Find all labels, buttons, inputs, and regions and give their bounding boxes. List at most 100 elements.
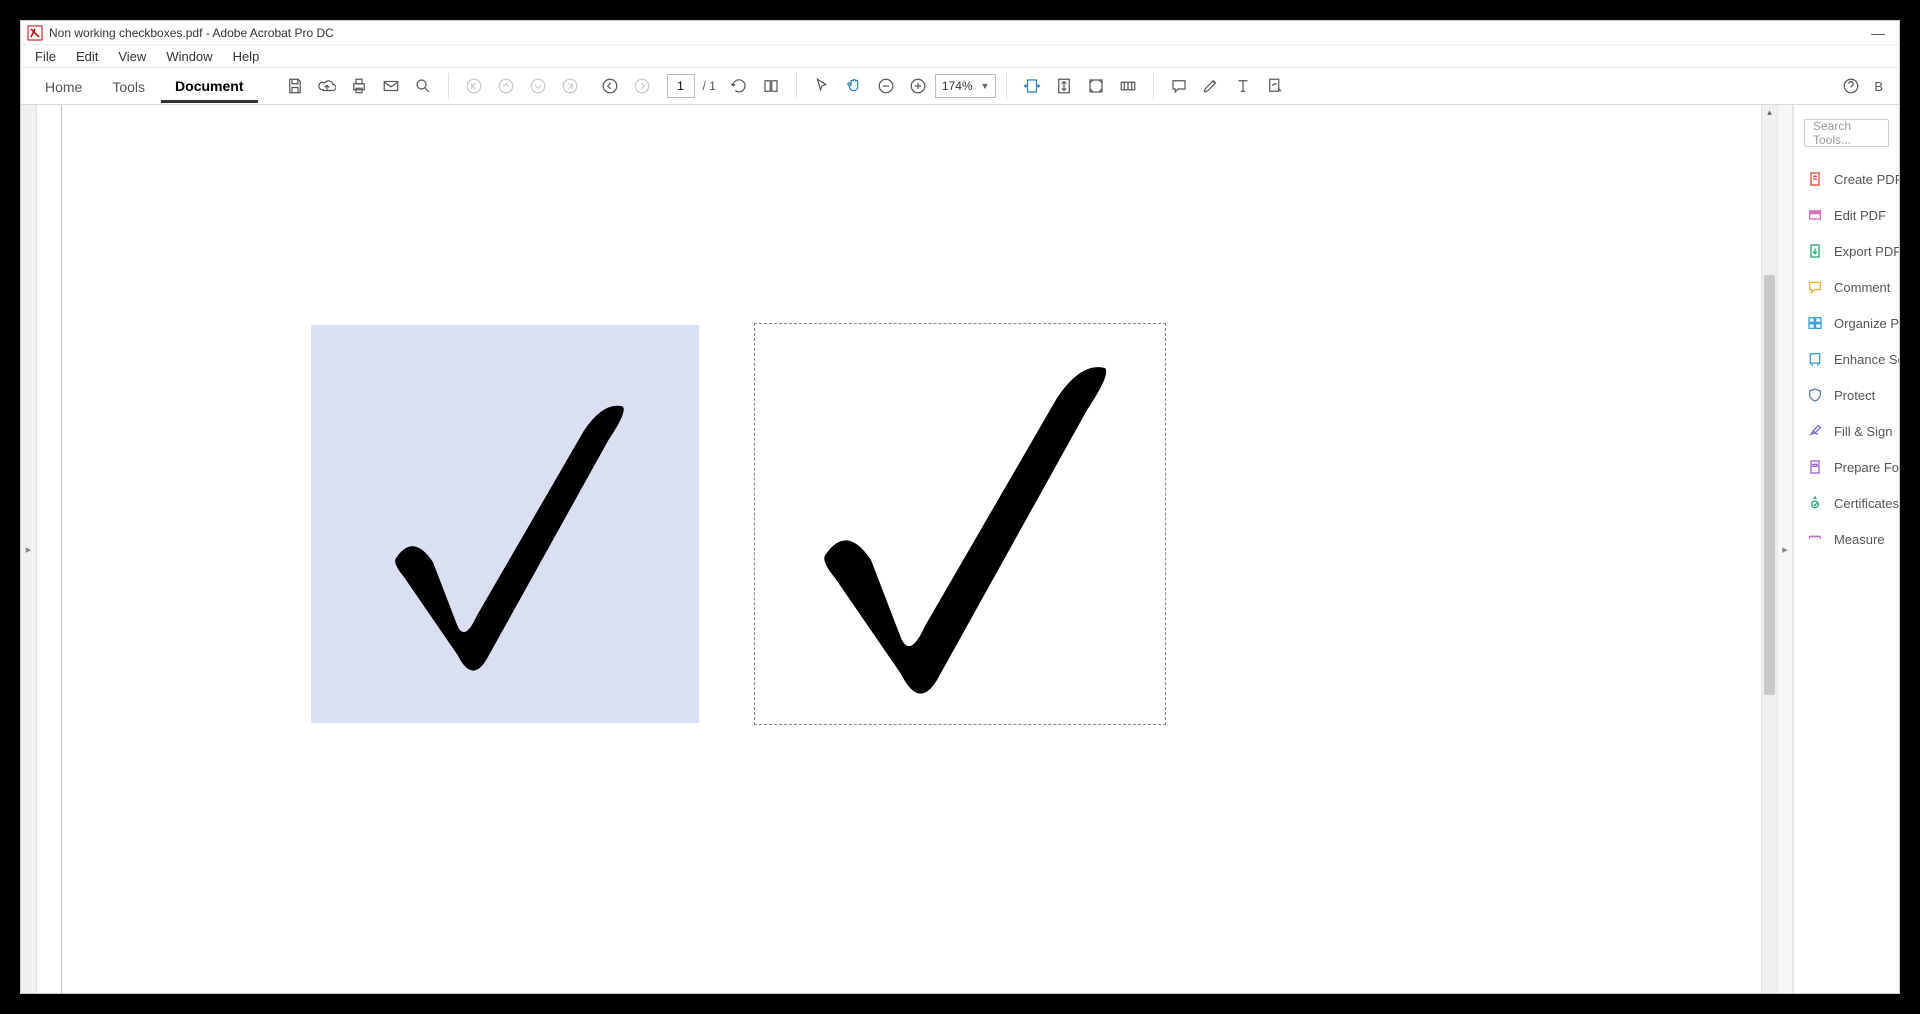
window-controls: — — [1871, 25, 1893, 41]
scrollbar-thumb[interactable] — [1764, 275, 1775, 695]
separator — [1006, 73, 1007, 99]
right-nav-collapse[interactable]: ▸ — [1777, 105, 1793, 993]
next-view-icon[interactable] — [627, 71, 657, 101]
tools-panel-item[interactable]: Prepare For — [1794, 449, 1899, 485]
separator — [796, 73, 797, 99]
highlight-icon[interactable] — [1196, 71, 1226, 101]
search-icon[interactable] — [408, 71, 438, 101]
page-number-input[interactable] — [667, 74, 695, 98]
page-down-icon[interactable] — [523, 71, 553, 101]
checkbox-outlined[interactable] — [754, 323, 1166, 725]
tab-tools[interactable]: Tools — [98, 70, 159, 103]
page-total-label: / 1 — [703, 79, 716, 93]
document-viewport[interactable] — [37, 105, 1761, 993]
zoom-in-icon[interactable] — [903, 71, 933, 101]
tool-item-label: Export PDF — [1834, 244, 1899, 259]
hand-pan-icon[interactable] — [839, 71, 869, 101]
tool-item-icon — [1806, 350, 1824, 368]
tool-item-icon — [1806, 170, 1824, 188]
selection-pointer-icon[interactable] — [807, 71, 837, 101]
separator — [448, 73, 449, 99]
tool-item-icon — [1806, 242, 1824, 260]
separator — [1153, 73, 1154, 99]
tools-panel-item[interactable]: Export PDF — [1794, 233, 1899, 269]
app-window: Non working checkboxes.pdf - Adobe Acrob… — [20, 20, 1900, 994]
scroll-up-icon[interactable]: ▴ — [1762, 107, 1777, 118]
tools-panel-item[interactable]: Certificates — [1794, 485, 1899, 521]
tool-item-icon — [1806, 494, 1824, 512]
sign-icon[interactable] — [1260, 71, 1290, 101]
tools-panel-item[interactable]: Comment — [1794, 269, 1899, 305]
tool-item-icon — [1806, 314, 1824, 332]
checkmark-icon — [381, 387, 631, 679]
last-page-icon[interactable] — [555, 71, 585, 101]
fit-width-icon[interactable] — [1017, 71, 1047, 101]
tool-item-label: Edit PDF — [1834, 208, 1886, 223]
share-button[interactable]: B — [1868, 79, 1889, 94]
menu-view[interactable]: View — [108, 47, 156, 66]
cloud-upload-icon[interactable] — [312, 71, 342, 101]
prev-view-icon[interactable] — [595, 71, 625, 101]
window-title: Non working checkboxes.pdf - Adobe Acrob… — [49, 26, 334, 40]
tool-item-label: Certificates — [1834, 496, 1899, 511]
help-icon[interactable] — [1836, 71, 1866, 101]
print-icon[interactable] — [344, 71, 374, 101]
checkbox-filled[interactable] — [311, 325, 699, 723]
checkmark-icon — [805, 344, 1117, 704]
zoom-value: 174% — [942, 79, 973, 93]
tools-panel-item[interactable]: Edit PDF — [1794, 197, 1899, 233]
app-icon — [27, 25, 43, 41]
tool-item-label: Enhance Sc — [1834, 352, 1899, 367]
tools-panel-item[interactable]: Fill & Sign — [1794, 413, 1899, 449]
tools-panel-item[interactable]: Enhance Sc — [1794, 341, 1899, 377]
vertical-scrollbar[interactable]: ▴ — [1761, 105, 1777, 993]
toolbar: Home Tools Document / 1 174% ▼ — [21, 67, 1899, 105]
fullscreen-icon[interactable] — [1081, 71, 1111, 101]
search-tools-input[interactable]: Search Tools... — [1804, 119, 1889, 147]
tool-item-icon — [1806, 530, 1824, 548]
tool-item-icon — [1806, 422, 1824, 440]
tab-home[interactable]: Home — [31, 70, 96, 103]
read-mode-icon[interactable] — [1113, 71, 1143, 101]
tool-item-label: Comment — [1834, 280, 1890, 295]
tools-panel: Search Tools... Create PDF Edit PDF Export… — [1793, 105, 1899, 993]
left-nav-collapse[interactable]: ▸ — [21, 105, 37, 993]
tool-item-label: Organize Pa — [1834, 316, 1899, 331]
tool-item-icon — [1806, 458, 1824, 476]
tools-panel-item[interactable]: Organize Pa — [1794, 305, 1899, 341]
chevron-down-icon: ▼ — [981, 81, 990, 91]
tool-item-label: Create PDF — [1834, 172, 1899, 187]
save-icon[interactable] — [280, 71, 310, 101]
tool-item-icon — [1806, 278, 1824, 296]
titlebar: Non working checkboxes.pdf - Adobe Acrob… — [21, 21, 1899, 45]
content-area: ▸ ▴ ▸ Search Too — [21, 105, 1899, 993]
fit-page-icon[interactable] — [1049, 71, 1079, 101]
page-display-icon[interactable] — [756, 71, 786, 101]
zoom-out-icon[interactable] — [871, 71, 901, 101]
search-tools-placeholder: Search Tools... — [1813, 119, 1880, 147]
text-tool-icon[interactable] — [1228, 71, 1258, 101]
tool-item-icon — [1806, 206, 1824, 224]
page-up-icon[interactable] — [491, 71, 521, 101]
first-page-icon[interactable] — [459, 71, 489, 101]
email-icon[interactable] — [376, 71, 406, 101]
document-page — [61, 105, 1371, 993]
tool-item-label: Prepare For — [1834, 460, 1899, 475]
menubar: File Edit View Window Help — [21, 45, 1899, 67]
menu-edit[interactable]: Edit — [66, 47, 108, 66]
tools-panel-item[interactable]: Measure — [1794, 521, 1899, 557]
tool-item-label: Protect — [1834, 388, 1875, 403]
tab-document[interactable]: Document — [161, 69, 257, 103]
comment-bubble-icon[interactable] — [1164, 71, 1194, 101]
tool-item-label: Fill & Sign — [1834, 424, 1893, 439]
tools-panel-item[interactable]: Protect — [1794, 377, 1899, 413]
tool-item-icon — [1806, 386, 1824, 404]
zoom-select[interactable]: 174% ▼ — [935, 74, 997, 98]
minimize-button[interactable]: — — [1871, 25, 1885, 41]
menu-file[interactable]: File — [25, 47, 66, 66]
menu-window[interactable]: Window — [156, 47, 222, 66]
tool-item-label: Measure — [1834, 532, 1885, 547]
tools-panel-item[interactable]: Create PDF — [1794, 161, 1899, 197]
menu-help[interactable]: Help — [223, 47, 270, 66]
rotate-icon[interactable] — [724, 71, 754, 101]
